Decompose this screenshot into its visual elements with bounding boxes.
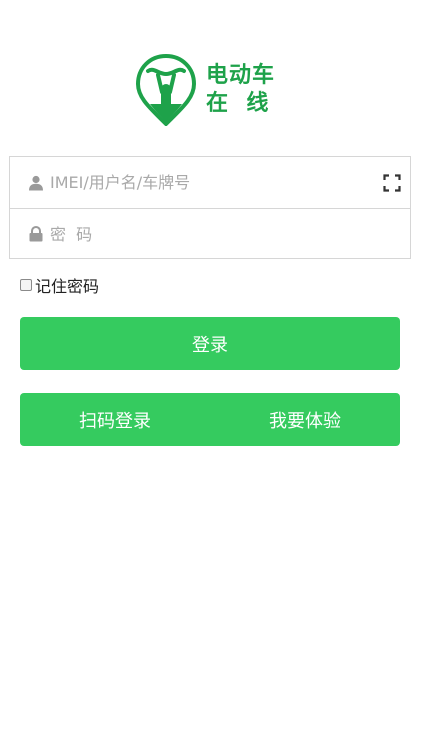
lock-icon (29, 226, 43, 242)
bike-pin-logo-icon (136, 54, 196, 126)
login-form (9, 156, 411, 259)
password-field-row (10, 208, 410, 259)
login-button[interactable]: 登录 (20, 317, 400, 370)
password-input[interactable] (50, 209, 374, 259)
scan-icon[interactable] (383, 173, 401, 192)
secondary-actions: 扫码登录 我要体验 (20, 393, 400, 446)
username-input[interactable] (50, 157, 374, 208)
remember-password[interactable]: 记住密码 (20, 273, 99, 297)
remember-password-label: 记住密码 (35, 277, 100, 296)
login-page: 电动车 在 线 记住密 (0, 0, 422, 750)
login-button-label: 登录 (192, 334, 228, 356)
user-icon (29, 175, 43, 190)
scan-login-label: 扫码登录 (79, 410, 151, 432)
app-logo: 电动车 在 线 (136, 54, 286, 126)
username-field-row (10, 157, 410, 208)
brand-name: 电动车 在 线 (206, 62, 275, 118)
scan-login-button[interactable]: 扫码登录 (20, 393, 210, 446)
try-experience-button[interactable]: 我要体验 (210, 393, 400, 446)
try-experience-label: 我要体验 (269, 410, 341, 432)
brand-name-line1: 电动车 (206, 63, 276, 88)
remember-password-checkbox[interactable] (20, 279, 32, 291)
brand-name-line2: 在 线 (206, 91, 270, 116)
